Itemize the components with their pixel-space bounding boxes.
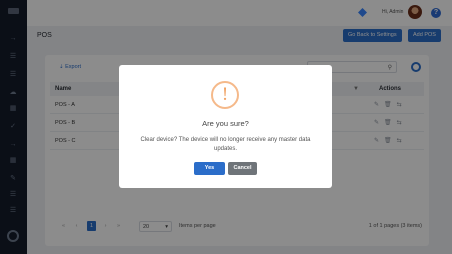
warning-icon: ! <box>211 81 239 109</box>
dialog-message: Clear device? The device will no longer … <box>140 137 311 152</box>
confirm-dialog: ! Are you sure? Clear device? The device… <box>119 65 332 188</box>
dialog-title: Are you sure? <box>202 119 249 128</box>
yes-button[interactable]: Yes <box>194 162 225 175</box>
cancel-button[interactable]: Cancel <box>228 162 257 175</box>
